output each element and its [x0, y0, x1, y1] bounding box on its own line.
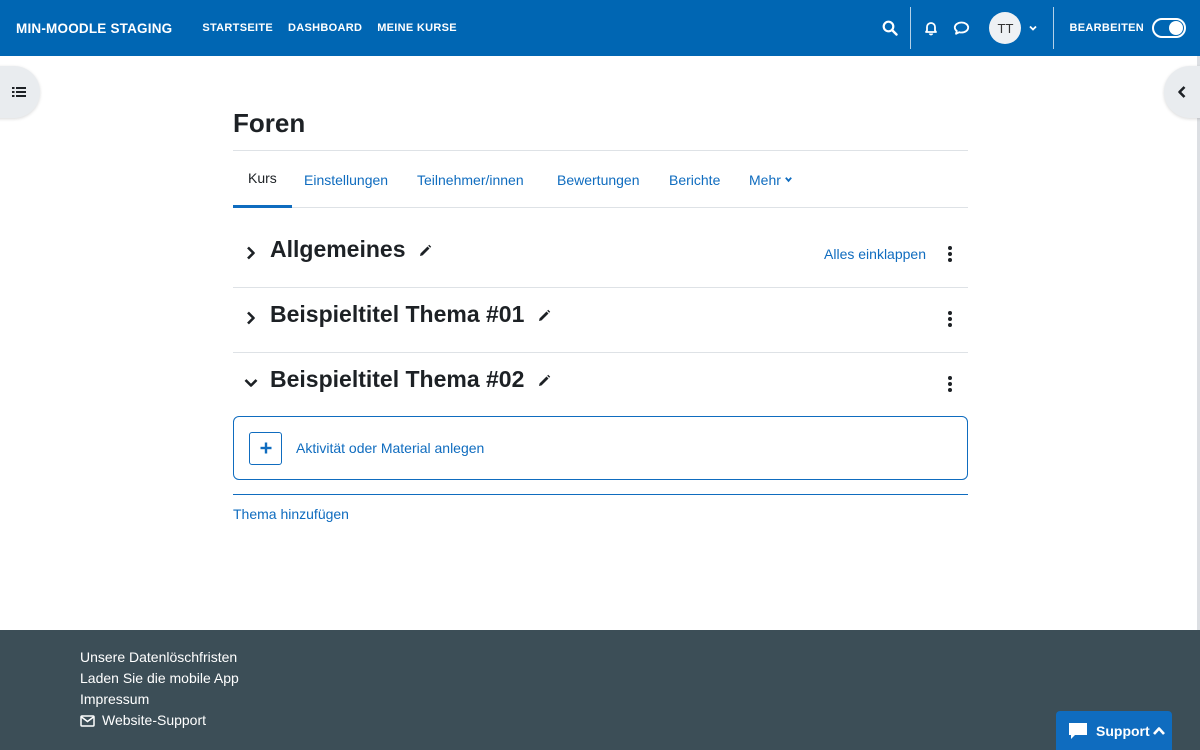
tab-berichte[interactable]: Berichte: [669, 151, 720, 208]
section-title[interactable]: Beispieltitel Thema #01: [270, 301, 551, 328]
footer-link-impressum[interactable]: Impressum: [80, 689, 239, 710]
section-divider: [233, 494, 968, 495]
edit-mode-toggle[interactable]: [1152, 18, 1186, 38]
search-icon[interactable]: [880, 18, 900, 38]
bell-icon[interactable]: [921, 18, 941, 38]
section-title-text: Allgemeines: [270, 236, 406, 262]
add-activity-label: Aktivität oder Material anlegen: [296, 440, 485, 456]
course-section-thema-02: Beispieltitel Thema #02: [233, 353, 968, 418]
top-navbar: MIN-MOODLE STAGING STARTSEITE DASHBOARD …: [0, 0, 1200, 56]
section-title-text: Beispieltitel Thema #01: [270, 301, 525, 327]
nav-link-startseite[interactable]: STARTSEITE: [202, 22, 273, 34]
plus-icon: [249, 431, 282, 465]
list-icon: [12, 87, 26, 97]
tab-einstellungen[interactable]: Einstellungen: [304, 151, 388, 208]
page-footer: Unsere Datenlöschfristen Laden Sie die m…: [0, 630, 1200, 750]
nav-link-meine-kurse[interactable]: MEINE KURSE: [377, 22, 457, 34]
course-section-thema-01: Beispieltitel Thema #01: [233, 288, 968, 353]
tab-kurs[interactable]: Kurs: [233, 151, 292, 208]
footer-link-website-support-label: Website-Support: [102, 712, 207, 728]
collapse-all-link[interactable]: Alles einklappen: [824, 246, 926, 262]
chevron-right-icon[interactable]: [243, 310, 259, 326]
chevron-down-icon: [785, 177, 792, 183]
chevron-down-icon[interactable]: [243, 375, 259, 391]
tab-bewertungen[interactable]: Bewertungen: [557, 151, 640, 208]
chat-icon[interactable]: [951, 18, 971, 38]
navbar-divider: [1053, 7, 1055, 49]
page-title: Foren: [233, 108, 306, 138]
footer-link-mobile-app[interactable]: Laden Sie die mobile App: [80, 668, 239, 689]
site-brand[interactable]: MIN-MOODLE STAGING: [16, 21, 172, 36]
pencil-icon[interactable]: [537, 374, 551, 388]
section-title-text: Beispieltitel Thema #02: [270, 366, 525, 392]
chevron-up-icon: [1152, 726, 1165, 735]
section-title[interactable]: Allgemeines: [270, 236, 432, 263]
footer-link-datenloeschfristen[interactable]: Unsere Datenlöschfristen: [80, 647, 239, 668]
chevron-left-icon: [1178, 86, 1186, 98]
open-block-drawer-button[interactable]: [1164, 66, 1200, 118]
edit-mode-label: BEARBEITEN: [1069, 22, 1144, 34]
navbar-divider: [910, 7, 912, 49]
navbar-right-group: TT BEARBEITEN: [880, 0, 1200, 56]
add-topic-link[interactable]: Thema hinzufügen: [233, 506, 349, 522]
tab-teilnehmer[interactable]: Teilnehmer/innen: [417, 151, 524, 208]
chevron-right-icon[interactable]: [243, 245, 259, 261]
footer-link-website-support[interactable]: Website-Support: [80, 710, 239, 731]
tab-mehr[interactable]: Mehr: [749, 151, 793, 208]
nav-link-dashboard[interactable]: DASHBOARD: [288, 22, 362, 34]
support-button-label: Support: [1096, 722, 1150, 739]
course-section-allgemeines: Allgemeines Alles einklappen: [233, 223, 968, 288]
envelope-icon: [80, 714, 95, 727]
user-avatar[interactable]: TT: [989, 12, 1022, 44]
support-button[interactable]: Support: [1056, 711, 1172, 750]
footer-links: Unsere Datenlöschfristen Laden Sie die m…: [80, 647, 239, 731]
open-course-index-button[interactable]: [0, 66, 40, 118]
kebab-icon[interactable]: [944, 310, 956, 328]
kebab-icon[interactable]: [944, 245, 956, 263]
chevron-down-icon[interactable]: [1023, 18, 1043, 38]
chat-bubble-icon: [1069, 722, 1087, 739]
section-title[interactable]: Beispieltitel Thema #02: [270, 366, 551, 393]
secondary-navigation: Kurs Einstellungen Teilnehmer/innen Bewe…: [233, 150, 968, 208]
kebab-icon[interactable]: [944, 375, 956, 393]
pencil-icon[interactable]: [537, 309, 551, 323]
tab-mehr-label: Mehr: [749, 171, 781, 188]
add-activity-button[interactable]: Aktivität oder Material anlegen: [233, 416, 968, 480]
pencil-icon[interactable]: [418, 244, 432, 258]
